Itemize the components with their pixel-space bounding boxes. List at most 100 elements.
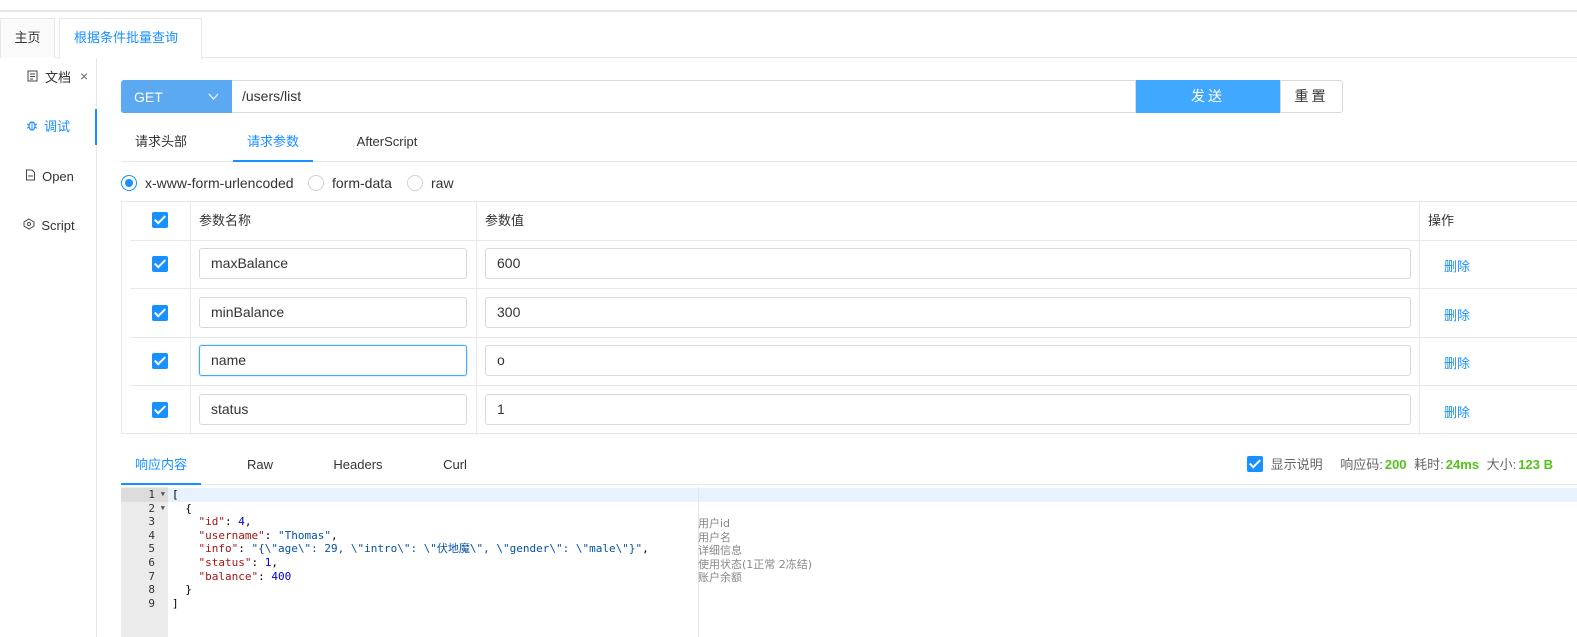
code-line: "status": 1, — [198, 556, 278, 569]
column-divider — [190, 202, 191, 435]
header-action: 操作 — [1428, 213, 1455, 228]
param-name-input[interactable]: maxBalance — [199, 248, 467, 279]
delete-link[interactable]: 删除 — [1444, 305, 1470, 324]
param-name-input[interactable]: status — [199, 394, 467, 425]
sidebar-item-label: Script — [41, 218, 75, 233]
radio-checked-icon — [121, 175, 137, 191]
delete-link[interactable]: 删除 — [1444, 256, 1470, 275]
line-number: 7 — [148, 569, 155, 583]
tab-response-raw[interactable]: Raw — [233, 447, 287, 485]
line-number: 4 — [148, 528, 155, 542]
field-comment: 用户id — [698, 517, 731, 530]
param-name-input[interactable]: minBalance — [199, 297, 467, 328]
param-value-input[interactable]: 600 — [485, 248, 1411, 279]
method-value: GET — [134, 89, 163, 105]
page-tabs: 主页 根据条件批量查询× — [0, 16, 1577, 84]
radio-raw[interactable]: raw — [407, 172, 454, 194]
header-param-value: 参数值 — [485, 213, 525, 228]
row-divider — [130, 337, 1577, 338]
line-number: 1 ▼ — [121, 488, 168, 502]
radio-label: x-www-form-urlencoded — [145, 175, 294, 191]
sidebar-item-debug[interactable]: 调试 — [0, 109, 97, 145]
top-strip — [0, 0, 1577, 12]
code-line: [ — [172, 488, 179, 501]
code-line: ] — [172, 596, 179, 610]
tab-home-label: 主页 — [14, 30, 41, 45]
param-value-input[interactable]: 300 — [485, 297, 1411, 328]
column-divider — [1419, 202, 1420, 435]
param-value-input[interactable]: o — [485, 345, 1411, 376]
line-number: 8 — [148, 583, 155, 597]
field-comment: 账户余额 — [698, 571, 742, 585]
tab-response-headers[interactable]: Headers — [327, 447, 389, 485]
sidebar-item-doc[interactable]: 文档 — [0, 60, 97, 96]
file-icon — [23, 159, 37, 195]
code-label: 响应码: — [1340, 457, 1383, 472]
line-number: 2 ▼ — [148, 501, 165, 515]
tab-request-params[interactable]: 请求参数 — [233, 124, 313, 162]
field-comment: 详细信息 — [698, 544, 742, 558]
bug-icon — [25, 109, 39, 145]
response-size: 123 B — [1518, 457, 1553, 472]
tab-after-script[interactable]: AfterScript — [347, 124, 427, 162]
sidebar-item-label: 调试 — [43, 119, 70, 134]
row-divider — [130, 288, 1577, 289]
chevron-down-icon — [208, 81, 219, 128]
row-checkbox[interactable] — [152, 402, 168, 418]
url-input[interactable]: /users/list — [232, 80, 1136, 113]
send-button[interactable]: 发送 — [1136, 80, 1280, 113]
request-tabs: 请求头部 请求参数 AfterScript — [121, 124, 1577, 162]
radio-unchecked-icon — [308, 175, 324, 191]
line-number: 6 — [148, 556, 155, 569]
row-divider — [130, 385, 1577, 386]
show-desc-label: 显示说明 — [1270, 457, 1323, 472]
delete-link[interactable]: 删除 — [1444, 353, 1470, 372]
method-select[interactable]: GET — [121, 80, 232, 113]
row-divider — [130, 240, 1577, 241]
show-desc-checkbox[interactable] — [1246, 456, 1263, 472]
code-line: "balance": 400 — [198, 569, 292, 583]
sidebar-item-label: 文档 — [44, 70, 71, 85]
fold-arrow-icon: ▼ — [160, 490, 165, 498]
response-tabs: 响应内容 Raw Headers Curl 显示说明 响应码: 200 耗时: 24… — [121, 447, 1577, 485]
fold-arrow-icon: ▼ — [160, 503, 165, 512]
status-code: 200 — [1384, 457, 1407, 472]
select-all-checkbox[interactable] — [152, 212, 168, 228]
line-number: 5 — [148, 542, 155, 556]
radio-form-data[interactable]: form-data — [308, 172, 392, 194]
params-table: 参数名称 参数值 操作 maxBalance 600 删除 minBalance… — [121, 201, 1577, 435]
radio-label: form-data — [332, 175, 392, 191]
code-line: "id": 4, — [198, 515, 252, 529]
tab-request-headers[interactable]: 请求头部 — [121, 124, 201, 162]
row-checkbox[interactable] — [152, 305, 168, 321]
line-gutter: 1 ▼ 2 ▼ 3 4 5 6 7 8 9 — [121, 487, 168, 637]
row-checkbox[interactable] — [152, 353, 168, 369]
code-line: { — [172, 501, 192, 515]
row-checkbox[interactable] — [152, 256, 168, 272]
tab-batch-query[interactable]: 根据条件批量查询× — [59, 18, 202, 84]
response-code-viewer[interactable]: 1 ▼ 2 ▼ 3 4 5 6 7 8 9 [ { "id": 4, "userna… — [121, 487, 1577, 637]
delete-link[interactable]: 删除 — [1444, 402, 1470, 421]
radio-label: raw — [431, 175, 454, 191]
param-value-input[interactable]: 1 — [485, 394, 1411, 425]
radio-urlencoded[interactable]: x-www-form-urlencoded — [121, 172, 294, 194]
sidebar-item-label: Open — [42, 169, 74, 184]
tab-response-body[interactable]: 响应内容 — [121, 447, 201, 485]
sidebar-item-open[interactable]: Open — [0, 159, 97, 195]
response-time: 24ms — [1445, 457, 1480, 472]
field-comment: 使用状态(1正常 2冻结) — [698, 557, 813, 571]
sidebar: 文档 调试 Open Script — [0, 58, 97, 637]
radio-unchecked-icon — [407, 175, 423, 191]
active-line-highlight — [168, 488, 1577, 502]
sidebar-item-script[interactable]: Script — [0, 208, 97, 244]
line-number: 3 — [148, 515, 155, 529]
param-name-input[interactable]: name — [199, 345, 467, 376]
document-icon — [26, 60, 40, 96]
tab-home[interactable]: 主页 — [0, 18, 55, 58]
tab-response-curl[interactable]: Curl — [433, 447, 477, 485]
field-comment: 用户名 — [698, 530, 731, 544]
reset-button[interactable]: 重置 — [1280, 80, 1343, 113]
column-divider — [476, 202, 477, 435]
time-label: 耗时: — [1414, 457, 1444, 472]
header-param-name: 参数名称 — [199, 213, 252, 228]
